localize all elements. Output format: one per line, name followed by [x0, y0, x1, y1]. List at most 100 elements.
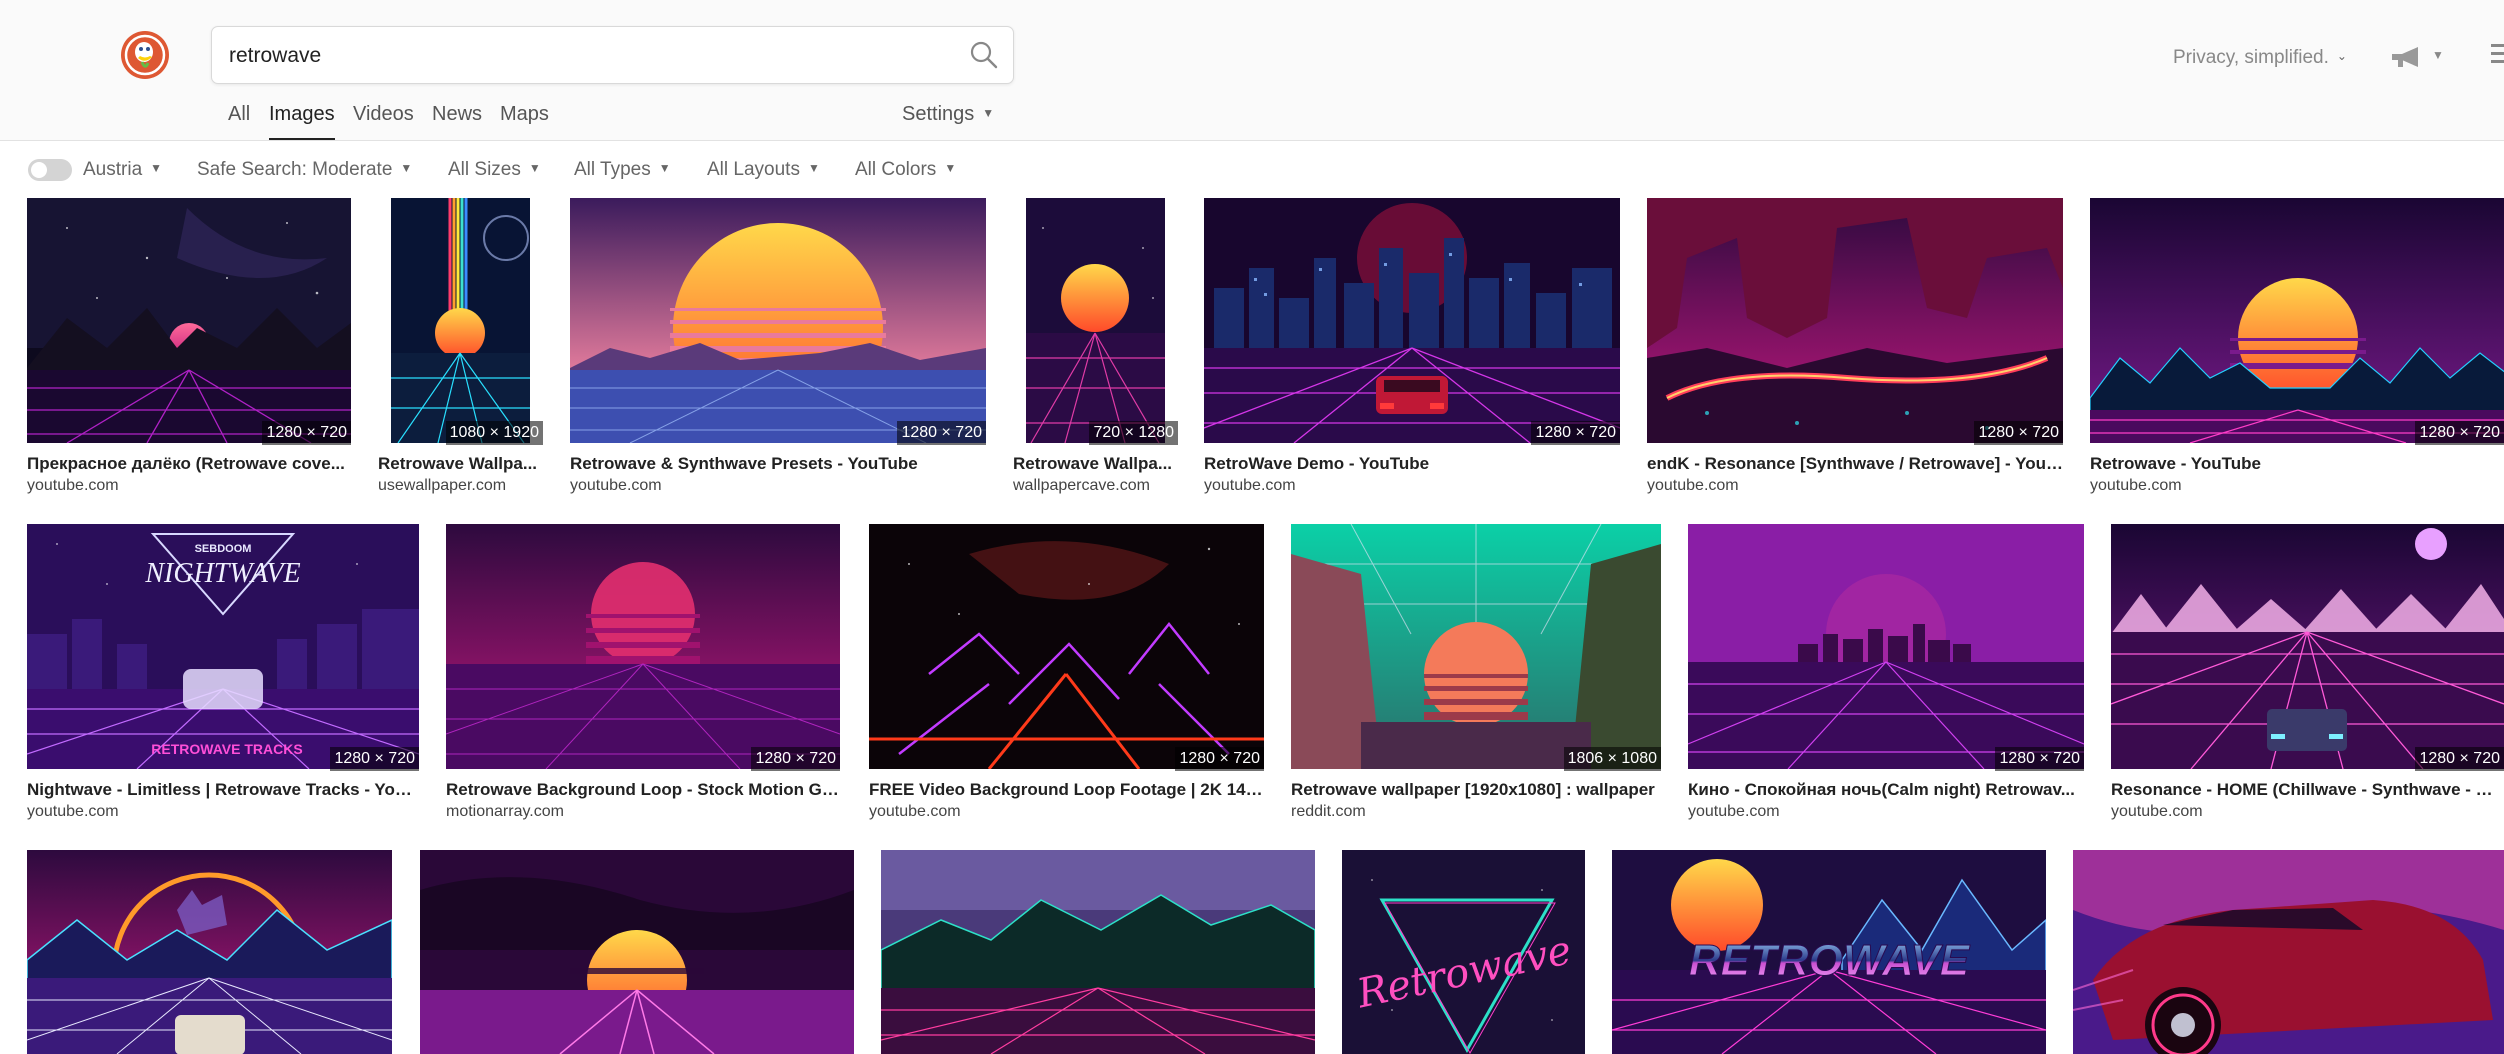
safe-search-dropdown[interactable]: Safe Search: Moderate ▼: [197, 159, 412, 181]
image-dimensions: 720 × 1280: [1089, 421, 1178, 445]
result-source[interactable]: youtube.com: [1688, 803, 2084, 821]
result-source[interactable]: usewallpaper.com: [378, 477, 543, 495]
chevron-down-icon: ▼: [807, 161, 820, 175]
privacy-dropdown[interactable]: Privacy, simplified. ⌄: [2173, 47, 2347, 69]
result-tile[interactable]: 1280 × 720 FREE Video Background Loop Fo…: [869, 524, 1264, 824]
nightwave-top-text: SEBDOOM: [195, 543, 252, 555]
tab-videos[interactable]: Videos: [353, 103, 414, 126]
result-tile[interactable]: 720 × 1280 Retrowave Wallpa... wallpaper…: [1013, 198, 1178, 498]
colors-dropdown[interactable]: All Colors ▼: [855, 159, 956, 181]
result-thumbnail: [1204, 198, 1620, 443]
result-title[interactable]: Retrowave - YouTube: [2090, 454, 2504, 474]
filter-bar: Austria ▼ Safe Search: Moderate ▼ All Size…: [0, 141, 2504, 199]
megaphone-icon[interactable]: [2390, 45, 2426, 69]
retrowave-chrome-text: RETROWAVE: [1689, 936, 1971, 985]
result-thumbnail: [446, 524, 840, 769]
result-source[interactable]: youtube.com: [1647, 477, 2063, 495]
result-tile[interactable]: [2073, 850, 2504, 1054]
result-thumbnail: [420, 850, 854, 1054]
result-title[interactable]: Прекрасное далёко (Retrowave cove...: [27, 454, 351, 474]
result-tile[interactable]: 1280 × 720 Retrowave Background Loop - S…: [446, 524, 840, 824]
image-dimensions: 1080 × 1920: [445, 421, 543, 445]
result-source[interactable]: youtube.com: [27, 803, 419, 821]
image-dimensions: 1280 × 720: [1531, 421, 1620, 445]
result-tile[interactable]: Retrowave: [1342, 850, 1585, 1054]
result-source[interactable]: youtube.com: [1204, 477, 1620, 495]
tab-all[interactable]: All: [228, 103, 250, 126]
result-source[interactable]: wallpapercave.com: [1013, 477, 1178, 495]
colors-label: All Colors: [855, 159, 937, 180]
image-dimensions: 1280 × 720: [1175, 747, 1264, 771]
result-title[interactable]: RetroWave Demo - YouTube: [1204, 454, 1620, 474]
result-title[interactable]: Nightwave - Limitless | Retrowave Tracks…: [27, 780, 419, 800]
search-input[interactable]: [227, 27, 931, 85]
sizes-dropdown[interactable]: All Sizes ▼: [448, 159, 541, 181]
result-title[interactable]: endK - Resonance [Synthwave / Retrowave]…: [1647, 454, 2063, 474]
result-source[interactable]: youtube.com: [570, 477, 986, 495]
menu-icon[interactable]: [2491, 44, 2504, 66]
image-dimensions: 1280 × 720: [2415, 421, 2504, 445]
settings-label: Settings: [902, 103, 975, 125]
result-tile[interactable]: [881, 850, 1315, 1054]
image-dimensions: 1280 × 720: [2415, 747, 2504, 771]
result-source[interactable]: youtube.com: [2111, 803, 2504, 821]
result-title[interactable]: Retrowave Background Loop - Stock Motion…: [446, 780, 840, 800]
chevron-down-icon: ▼: [658, 161, 671, 175]
types-dropdown[interactable]: All Types ▼: [574, 159, 671, 181]
image-dimensions: 1280 × 720: [897, 421, 986, 445]
region-toggle[interactable]: [28, 159, 72, 181]
result-thumbnail: [378, 198, 543, 443]
result-tile[interactable]: 1280 × 720 Кино - Спокойная ночь(Calm ni…: [1688, 524, 2084, 824]
chevron-down-icon[interactable]: ▼: [2432, 48, 2444, 62]
result-tile[interactable]: 1280 × 720 Retrowave & Synthwave Presets…: [570, 198, 986, 498]
result-title[interactable]: FREE Video Background Loop Footage | 2K …: [869, 780, 1264, 800]
result-thumbnail: [2090, 198, 2504, 443]
tab-images[interactable]: Images: [269, 103, 335, 140]
result-tile[interactable]: RETROWAVE: [1612, 850, 2046, 1054]
image-dimensions: 1806 × 1080: [1563, 747, 1661, 771]
result-tile[interactable]: 1280 × 720 Прекрасное далёко (Retrowave …: [27, 198, 351, 498]
nightwave-bottom-text: RETROWAVE TRACKS: [151, 741, 302, 757]
result-tile[interactable]: 1080 × 1920 Retrowave Wallpa... usewallp…: [378, 198, 543, 498]
layouts-dropdown[interactable]: All Layouts ▼: [707, 159, 820, 181]
result-source[interactable]: youtube.com: [27, 477, 351, 495]
result-thumbnail: [2111, 524, 2504, 769]
result-title[interactable]: Retrowave Wallpa...: [378, 454, 543, 474]
image-dimensions: 1280 × 720: [1974, 421, 2063, 445]
result-title[interactable]: Кино - Спокойная ночь(Calm night) Retrow…: [1688, 780, 2084, 800]
tab-maps[interactable]: Maps: [500, 103, 549, 126]
result-tile[interactable]: 1806 × 1080 Retrowave wallpaper [1920x10…: [1291, 524, 1661, 824]
result-tile[interactable]: SEBDOOM NIGHTWAVE RETROWAVE TRACKS 1280 …: [27, 524, 419, 824]
result-thumbnail: [1291, 524, 1661, 769]
region-dropdown[interactable]: Austria ▼: [83, 159, 162, 181]
chevron-down-icon: ▼: [982, 106, 995, 120]
duckduckgo-logo[interactable]: [120, 30, 170, 80]
result-title[interactable]: Resonance - HOME (Chillwave - Synthwave …: [2111, 780, 2504, 800]
result-title[interactable]: Retrowave Wallpa...: [1013, 454, 1178, 474]
chevron-down-icon: ▼: [400, 161, 413, 175]
tab-news[interactable]: News: [432, 103, 482, 126]
result-tile[interactable]: 1280 × 720 endK - Resonance [Synthwave /…: [1647, 198, 2063, 498]
result-source[interactable]: motionarray.com: [446, 803, 840, 821]
result-thumbnail: [27, 198, 351, 443]
header: All Images Videos News Maps Settings ▼ Pr…: [0, 0, 2504, 141]
result-tile[interactable]: 1280 × 720 Resonance - HOME (Chillwave -…: [2111, 524, 2504, 824]
chevron-down-icon: ▼: [944, 161, 957, 175]
result-tile[interactable]: 1280 × 720 RetroWave Demo - YouTube yout…: [1204, 198, 1620, 498]
chevron-down-icon: ▼: [150, 161, 163, 175]
result-title[interactable]: Retrowave & Synthwave Presets - YouTube: [570, 454, 986, 474]
settings-dropdown[interactable]: Settings ▼: [902, 103, 994, 126]
result-thumbnail: SEBDOOM NIGHTWAVE RETROWAVE TRACKS: [27, 524, 419, 769]
result-source[interactable]: reddit.com: [1291, 803, 1661, 821]
result-thumbnail: [2073, 850, 2504, 1054]
result-thumbnail: [27, 850, 392, 1054]
result-source[interactable]: youtube.com: [869, 803, 1264, 821]
result-source[interactable]: youtube.com: [2090, 477, 2504, 495]
result-title[interactable]: Retrowave wallpaper [1920x1080] : wallpa…: [1291, 780, 1661, 800]
search-icon[interactable]: [969, 40, 999, 70]
types-label: All Types: [574, 159, 651, 180]
result-tile[interactable]: [420, 850, 854, 1054]
region-label: Austria: [83, 159, 143, 180]
result-tile[interactable]: 1280 × 720 Retrowave - YouTube youtube.c…: [2090, 198, 2504, 498]
result-tile[interactable]: [27, 850, 392, 1054]
